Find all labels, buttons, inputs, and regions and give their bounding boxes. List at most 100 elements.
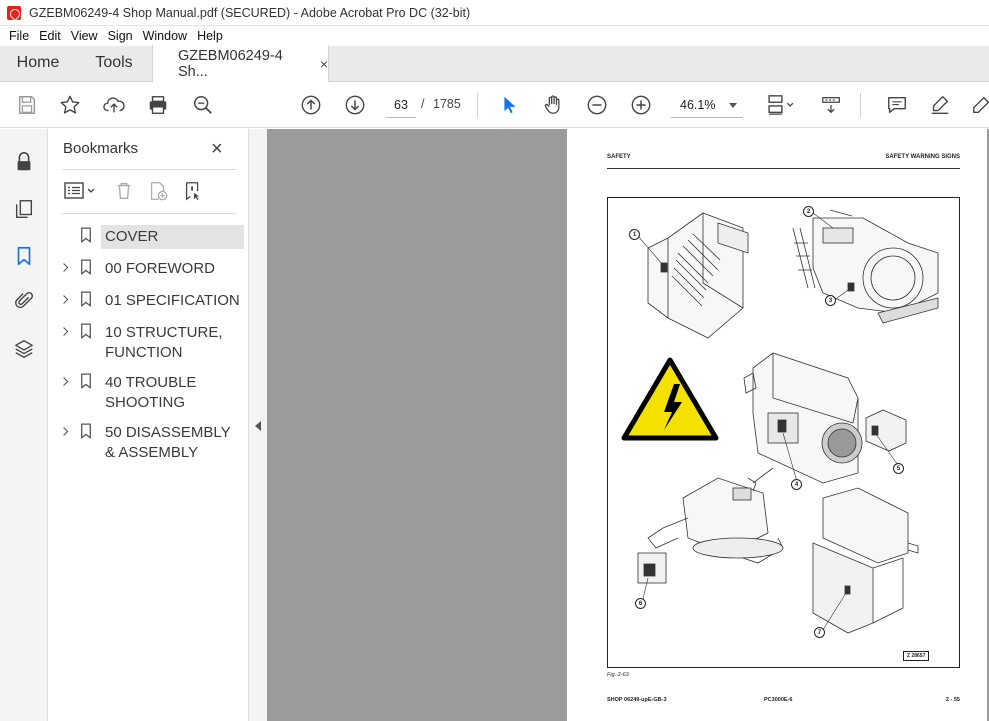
bookmark-item[interactable]: 50 DISASSEMBLY & ASSEMBLY (48, 421, 248, 465)
bookmarks-panel: Bookmarks × COVER 00 FOREWORD 01 SPECIFI… (48, 129, 249, 721)
bookmark-label: 40 TROUBLE SHOOTING (105, 374, 197, 411)
acrobat-icon (7, 5, 21, 20)
bookmark-label: 50 DISASSEMBLY & ASSEMBLY (105, 424, 231, 461)
menu-window[interactable]: Window (138, 29, 192, 43)
layers-icon[interactable] (12, 337, 36, 361)
chevron-right-icon[interactable] (57, 257, 75, 277)
tab-bar: Home Tools GZEBM06249-4 Sh... × (0, 45, 989, 82)
bookmark-item[interactable]: 01 SPECIFICATION (48, 289, 248, 315)
divider (62, 169, 236, 170)
header-rule (607, 168, 960, 169)
warning-triangle-icon (621, 357, 719, 441)
chevron-down-icon (729, 103, 737, 108)
bookmarks-toolbar (62, 179, 242, 205)
chevron-right-icon[interactable] (57, 321, 75, 341)
bookmark-item[interactable]: 40 TROUBLE SHOOTING (48, 371, 248, 415)
page-footer-mid: PC3000E-6 (764, 697, 793, 703)
bookmark-flag-icon (75, 257, 97, 277)
collapse-arrow-icon (255, 421, 261, 431)
zoom-out-icon[interactable] (585, 93, 609, 117)
page-down-icon[interactable] (343, 93, 367, 117)
page-up-icon[interactable] (299, 93, 323, 117)
upload-icon[interactable] (102, 93, 126, 117)
highlight-icon[interactable] (928, 93, 952, 117)
page-layout-icon[interactable] (763, 93, 799, 117)
hand-icon[interactable] (541, 93, 565, 117)
bookmark-label: COVER (101, 225, 244, 249)
menu-sign[interactable]: Sign (103, 29, 138, 43)
print-icon[interactable] (146, 93, 170, 117)
menu-edit[interactable]: Edit (34, 29, 66, 43)
bookmark-flag-icon (75, 225, 97, 245)
bookmark-label: 10 STRUCTURE, FUNCTION (105, 324, 223, 361)
tab-document-label: GZEBM06249-4 Sh... (178, 47, 283, 80)
divider (62, 213, 236, 214)
menu-bar: File Edit View Sign Window Help (0, 26, 989, 46)
callout-marker: 7 (814, 627, 825, 638)
page-separator: / (421, 97, 425, 111)
pages-icon[interactable] (12, 197, 36, 221)
save-icon[interactable] (15, 93, 39, 117)
bookmark-icon[interactable] (12, 244, 36, 268)
close-icon[interactable]: × (211, 138, 223, 161)
search-zoom-icon[interactable] (191, 93, 215, 117)
select-arrow-icon[interactable] (497, 93, 521, 117)
callout-marker: 5 (893, 463, 904, 474)
tab-home[interactable]: Home (0, 45, 76, 81)
zoom-in-icon[interactable] (629, 93, 653, 117)
lock-icon[interactable] (12, 150, 36, 174)
callout-marker: 4 (791, 479, 802, 490)
chevron-right-icon[interactable] (57, 421, 75, 441)
menu-help[interactable]: Help (192, 29, 228, 43)
page-total: 1785 (433, 97, 461, 111)
bookmark-flag-icon (75, 289, 97, 309)
callout-marker: 3 (825, 295, 836, 306)
bookmark-item[interactable]: 10 STRUCTURE, FUNCTION (48, 321, 248, 365)
machine-illustration (621, 209, 939, 634)
scroll-mode-icon[interactable] (819, 93, 843, 117)
bookmark-flag-icon (75, 371, 97, 391)
attachment-icon[interactable] (12, 289, 36, 313)
panel-collapse-handle[interactable] (249, 129, 267, 721)
star-icon[interactable] (58, 93, 82, 117)
callout-marker: 6 (635, 598, 646, 609)
chevron-right-icon[interactable] (57, 289, 75, 309)
left-rail (0, 129, 48, 721)
safety-figure: 1 2 3 4 5 6 7 (607, 197, 960, 668)
menu-view[interactable]: View (66, 29, 103, 43)
page-footer-right: 2 - 55 (945, 697, 960, 703)
callout-marker: 1 (629, 229, 640, 240)
zoom-select[interactable]: 46.1% (671, 92, 743, 118)
page-number-input[interactable]: 63 (386, 92, 416, 118)
tab-close-icon[interactable]: × (320, 56, 328, 72)
bookmark-flag-icon (75, 321, 97, 341)
tab-document[interactable]: GZEBM06249-4 Sh... × (152, 45, 329, 82)
pdf-page[interactable]: SAFETY SAFETY WARNING SIGNS 1 2 3 4 5 6 … (567, 129, 987, 721)
figure-caption: Fig. 2-63 (607, 672, 629, 678)
find-bookmark-icon[interactable] (181, 179, 205, 203)
menu-file[interactable]: File (4, 29, 34, 43)
document-viewer[interactable] (267, 129, 567, 721)
toolbar: 63 / 1785 46.1% (0, 82, 989, 128)
bookmark-item[interactable]: COVER (48, 225, 248, 251)
options-menu-icon[interactable] (62, 179, 98, 203)
delete-icon[interactable] (112, 179, 136, 203)
comment-icon[interactable] (885, 93, 909, 117)
page-footer-left: SHOP 06249-upE-GB-3 (607, 697, 667, 703)
bookmark-label: 01 SPECIFICATION (105, 292, 240, 309)
chevron-right-icon[interactable] (57, 371, 75, 391)
callout-marker: 2 (803, 206, 814, 217)
sign-icon[interactable] (970, 93, 989, 117)
zoom-value: 46.1% (680, 97, 716, 112)
bookmark-flag-icon (75, 421, 97, 441)
bookmark-item[interactable]: 00 FOREWORD (48, 257, 248, 283)
window-title: GZEBM06249-4 Shop Manual.pdf (SECURED) -… (29, 5, 471, 20)
new-bookmark-icon[interactable] (146, 179, 170, 203)
tab-tools[interactable]: Tools (76, 45, 152, 81)
title-bar: GZEBM06249-4 Shop Manual.pdf (SECURED) -… (0, 0, 989, 26)
bookmark-list: COVER 00 FOREWORD 01 SPECIFICATION 10 ST… (48, 225, 248, 471)
toolbar-divider (477, 93, 478, 117)
figure-code: Z 28657 (903, 651, 930, 661)
page-header-right: SAFETY WARNING SIGNS (885, 154, 960, 160)
